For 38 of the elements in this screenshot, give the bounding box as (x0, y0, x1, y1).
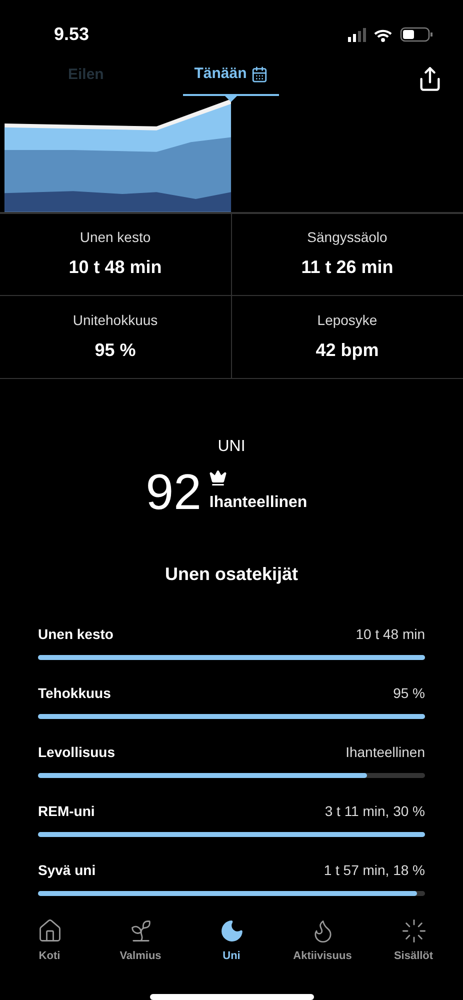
contributor-label: Levollisuus (38, 742, 116, 762)
score-rating: Ihanteellinen (209, 492, 308, 512)
stat-label: Sängyssäolo (307, 228, 388, 247)
stat-label: Leposyke (317, 310, 378, 330)
contributor-label: REM-uni (38, 802, 95, 820)
stat-value: 42 bpm (316, 338, 379, 362)
moon-icon (218, 918, 244, 944)
contributor-reading: 1 t 57 min, 18 % (324, 860, 425, 880)
pointer-icon (224, 94, 238, 103)
score-title: UNI (218, 436, 246, 456)
nav-tab[interactable]: Uni (188, 918, 276, 964)
nav-tab[interactable]: Aktiivisuus (278, 918, 366, 964)
crown-icon (209, 468, 228, 486)
nav-tab[interactable]: Valmius (96, 918, 184, 964)
contributor-label: Syvä uni (38, 860, 96, 880)
sleep-score: 92 (146, 466, 202, 516)
nav-tab[interactable]: Sisällöt (370, 918, 458, 964)
wifi-icon (374, 28, 392, 42)
status-time: 9.53 (54, 23, 90, 46)
section-title: Unen osatekijät (164, 562, 298, 586)
contributor-label: Unen kesto (38, 624, 114, 644)
contributor-reading: Ihanteellinen (346, 742, 425, 762)
stat-value: 11 t 26 min (301, 256, 394, 279)
day-tab[interactable]: Tänään (183, 63, 279, 96)
stat-value: 10 t 48 min (68, 256, 162, 279)
signal-icon (348, 27, 366, 42)
home-icon (36, 918, 62, 944)
stat-value: 95 % (94, 338, 136, 362)
contributor-reading: 3 t 11 min, 30 % (324, 802, 425, 820)
burst-icon (400, 918, 426, 944)
nav-tab[interactable]: Koti (6, 918, 94, 964)
battery-icon (400, 27, 433, 42)
contributor-label: Tehokkuus (38, 684, 111, 702)
contributor-reading: 95 % (393, 684, 425, 702)
stat-label: Unitehokkuus (72, 310, 158, 330)
stat-label: Unen kesto (80, 228, 151, 247)
calendar-icon (250, 66, 268, 84)
contributor-reading: 10 t 48 min (356, 624, 425, 644)
